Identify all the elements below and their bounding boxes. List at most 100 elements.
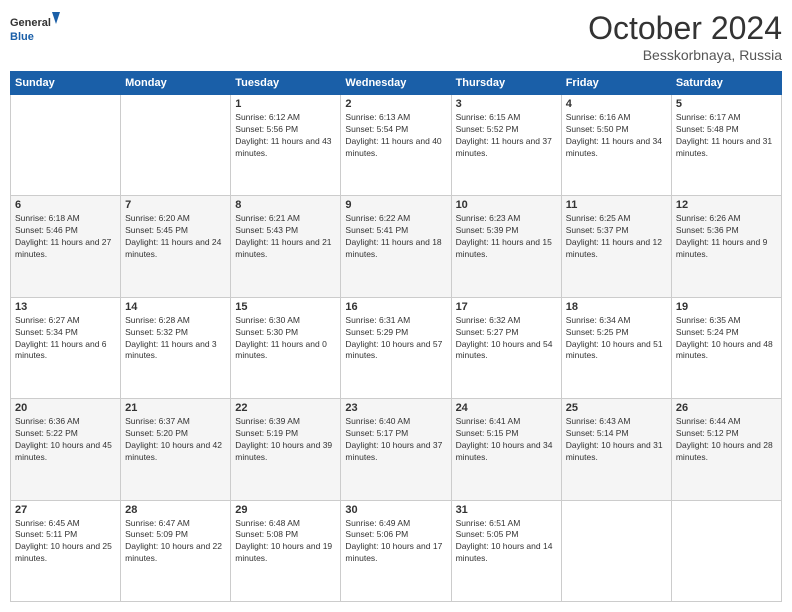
table-row: 6 Sunrise: 6:18 AM Sunset: 5:46 PM Dayli… bbox=[11, 196, 121, 297]
sunset-text: Sunset: 5:45 PM bbox=[125, 225, 188, 235]
day-number: 20 bbox=[15, 402, 116, 414]
day-number: 25 bbox=[566, 402, 667, 414]
calendar-week-2: 6 Sunrise: 6:18 AM Sunset: 5:46 PM Dayli… bbox=[11, 196, 782, 297]
sunrise-text: Sunrise: 6:16 AM bbox=[566, 112, 631, 122]
table-row: 12 Sunrise: 6:26 AM Sunset: 5:36 PM Dayl… bbox=[671, 196, 781, 297]
calendar-week-1: 1 Sunrise: 6:12 AM Sunset: 5:56 PM Dayli… bbox=[11, 95, 782, 196]
daylight-text: Daylight: 10 hours and 17 minutes. bbox=[345, 541, 442, 563]
day-number: 30 bbox=[345, 504, 446, 516]
header-monday: Monday bbox=[121, 72, 231, 95]
header-thursday: Thursday bbox=[451, 72, 561, 95]
logo-svg: General Blue bbox=[10, 10, 60, 50]
sunset-text: Sunset: 5:32 PM bbox=[125, 327, 188, 337]
day-number: 9 bbox=[345, 199, 446, 211]
daylight-text: Daylight: 11 hours and 6 minutes. bbox=[15, 339, 107, 361]
sunset-text: Sunset: 5:08 PM bbox=[235, 529, 298, 539]
table-row: 25 Sunrise: 6:43 AM Sunset: 5:14 PM Dayl… bbox=[561, 399, 671, 500]
table-row bbox=[121, 95, 231, 196]
day-number: 15 bbox=[235, 301, 336, 313]
sunrise-text: Sunrise: 6:34 AM bbox=[566, 315, 631, 325]
sunrise-text: Sunrise: 6:47 AM bbox=[125, 518, 190, 528]
sunset-text: Sunset: 5:43 PM bbox=[235, 225, 298, 235]
header-wednesday: Wednesday bbox=[341, 72, 451, 95]
table-row: 24 Sunrise: 6:41 AM Sunset: 5:15 PM Dayl… bbox=[451, 399, 561, 500]
day-number: 21 bbox=[125, 402, 226, 414]
day-number: 7 bbox=[125, 199, 226, 211]
table-row: 4 Sunrise: 6:16 AM Sunset: 5:50 PM Dayli… bbox=[561, 95, 671, 196]
daylight-text: Daylight: 10 hours and 39 minutes. bbox=[235, 440, 332, 462]
daylight-text: Daylight: 11 hours and 43 minutes. bbox=[235, 136, 331, 158]
sunrise-text: Sunrise: 6:25 AM bbox=[566, 213, 631, 223]
daylight-text: Daylight: 11 hours and 3 minutes. bbox=[125, 339, 217, 361]
daylight-text: Daylight: 11 hours and 27 minutes. bbox=[15, 237, 111, 259]
day-info: Sunrise: 6:45 AM Sunset: 5:11 PM Dayligh… bbox=[15, 518, 116, 566]
page-header: General Blue October 2024 Besskorbnaya, … bbox=[10, 10, 782, 63]
daylight-text: Daylight: 10 hours and 25 minutes. bbox=[15, 541, 112, 563]
table-row: 13 Sunrise: 6:27 AM Sunset: 5:34 PM Dayl… bbox=[11, 297, 121, 398]
sunset-text: Sunset: 5:39 PM bbox=[456, 225, 519, 235]
sunrise-text: Sunrise: 6:37 AM bbox=[125, 416, 190, 426]
day-info: Sunrise: 6:31 AM Sunset: 5:29 PM Dayligh… bbox=[345, 315, 446, 363]
daylight-text: Daylight: 11 hours and 31 minutes. bbox=[676, 136, 772, 158]
sunrise-text: Sunrise: 6:44 AM bbox=[676, 416, 741, 426]
sunrise-text: Sunrise: 6:41 AM bbox=[456, 416, 521, 426]
sunset-text: Sunset: 5:30 PM bbox=[235, 327, 298, 337]
daylight-text: Daylight: 11 hours and 24 minutes. bbox=[125, 237, 221, 259]
table-row: 17 Sunrise: 6:32 AM Sunset: 5:27 PM Dayl… bbox=[451, 297, 561, 398]
location-subtitle: Besskorbnaya, Russia bbox=[588, 47, 782, 63]
daylight-text: Daylight: 10 hours and 42 minutes. bbox=[125, 440, 222, 462]
table-row: 3 Sunrise: 6:15 AM Sunset: 5:52 PM Dayli… bbox=[451, 95, 561, 196]
sunset-text: Sunset: 5:54 PM bbox=[345, 124, 408, 134]
sunrise-text: Sunrise: 6:30 AM bbox=[235, 315, 300, 325]
table-row: 18 Sunrise: 6:34 AM Sunset: 5:25 PM Dayl… bbox=[561, 297, 671, 398]
table-row: 31 Sunrise: 6:51 AM Sunset: 5:05 PM Dayl… bbox=[451, 500, 561, 601]
table-row: 1 Sunrise: 6:12 AM Sunset: 5:56 PM Dayli… bbox=[231, 95, 341, 196]
day-number: 12 bbox=[676, 199, 777, 211]
header-sunday: Sunday bbox=[11, 72, 121, 95]
sunset-text: Sunset: 5:09 PM bbox=[125, 529, 188, 539]
day-number: 10 bbox=[456, 199, 557, 211]
sunrise-text: Sunrise: 6:48 AM bbox=[235, 518, 300, 528]
daylight-text: Daylight: 11 hours and 15 minutes. bbox=[456, 237, 552, 259]
day-info: Sunrise: 6:18 AM Sunset: 5:46 PM Dayligh… bbox=[15, 213, 116, 261]
table-row: 30 Sunrise: 6:49 AM Sunset: 5:06 PM Dayl… bbox=[341, 500, 451, 601]
day-info: Sunrise: 6:26 AM Sunset: 5:36 PM Dayligh… bbox=[676, 213, 777, 261]
header-saturday: Saturday bbox=[671, 72, 781, 95]
sunrise-text: Sunrise: 6:51 AM bbox=[456, 518, 521, 528]
day-info: Sunrise: 6:32 AM Sunset: 5:27 PM Dayligh… bbox=[456, 315, 557, 363]
day-info: Sunrise: 6:30 AM Sunset: 5:30 PM Dayligh… bbox=[235, 315, 336, 363]
sunset-text: Sunset: 5:22 PM bbox=[15, 428, 78, 438]
table-row: 29 Sunrise: 6:48 AM Sunset: 5:08 PM Dayl… bbox=[231, 500, 341, 601]
table-row: 22 Sunrise: 6:39 AM Sunset: 5:19 PM Dayl… bbox=[231, 399, 341, 500]
calendar-header-row: Sunday Monday Tuesday Wednesday Thursday… bbox=[11, 72, 782, 95]
day-number: 26 bbox=[676, 402, 777, 414]
sunset-text: Sunset: 5:46 PM bbox=[15, 225, 78, 235]
table-row bbox=[561, 500, 671, 601]
daylight-text: Daylight: 10 hours and 37 minutes. bbox=[345, 440, 442, 462]
day-number: 4 bbox=[566, 98, 667, 110]
title-section: October 2024 Besskorbnaya, Russia bbox=[588, 10, 782, 63]
day-info: Sunrise: 6:44 AM Sunset: 5:12 PM Dayligh… bbox=[676, 416, 777, 464]
day-number: 18 bbox=[566, 301, 667, 313]
daylight-text: Daylight: 11 hours and 12 minutes. bbox=[566, 237, 662, 259]
daylight-text: Daylight: 11 hours and 34 minutes. bbox=[566, 136, 662, 158]
table-row: 19 Sunrise: 6:35 AM Sunset: 5:24 PM Dayl… bbox=[671, 297, 781, 398]
day-info: Sunrise: 6:34 AM Sunset: 5:25 PM Dayligh… bbox=[566, 315, 667, 363]
sunrise-text: Sunrise: 6:22 AM bbox=[345, 213, 410, 223]
sunset-text: Sunset: 5:37 PM bbox=[566, 225, 629, 235]
table-row: 20 Sunrise: 6:36 AM Sunset: 5:22 PM Dayl… bbox=[11, 399, 121, 500]
daylight-text: Daylight: 11 hours and 9 minutes. bbox=[676, 237, 768, 259]
sunset-text: Sunset: 5:27 PM bbox=[456, 327, 519, 337]
day-number: 28 bbox=[125, 504, 226, 516]
daylight-text: Daylight: 11 hours and 18 minutes. bbox=[345, 237, 441, 259]
day-number: 3 bbox=[456, 98, 557, 110]
sunrise-text: Sunrise: 6:39 AM bbox=[235, 416, 300, 426]
logo: General Blue bbox=[10, 10, 60, 50]
day-number: 16 bbox=[345, 301, 446, 313]
sunset-text: Sunset: 5:19 PM bbox=[235, 428, 298, 438]
table-row bbox=[11, 95, 121, 196]
day-number: 8 bbox=[235, 199, 336, 211]
sunrise-text: Sunrise: 6:15 AM bbox=[456, 112, 521, 122]
day-number: 31 bbox=[456, 504, 557, 516]
day-number: 2 bbox=[345, 98, 446, 110]
